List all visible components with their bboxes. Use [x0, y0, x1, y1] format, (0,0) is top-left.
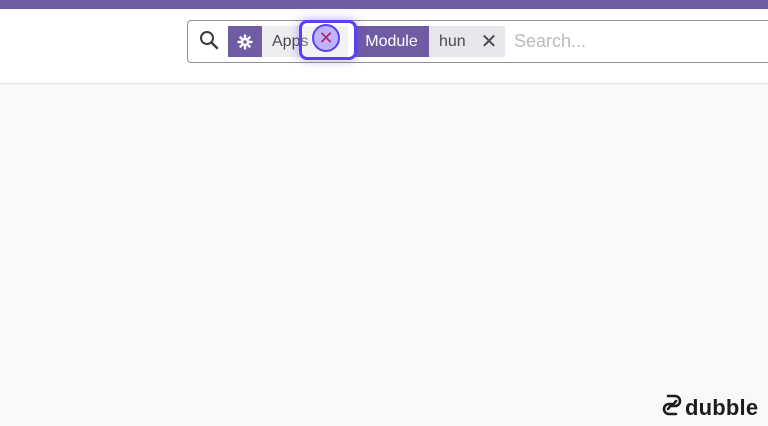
dubble-logo-icon	[662, 394, 682, 421]
facet-category: Module	[354, 26, 429, 57]
search-facet-module: Module hun ✕	[354, 26, 505, 57]
facet-value: hun	[429, 26, 473, 57]
close-icon[interactable]: ✕	[473, 26, 505, 57]
brand-name: dubble	[685, 394, 759, 420]
search-input[interactable]	[514, 28, 764, 54]
brand-watermark: dubble	[662, 394, 758, 421]
close-icon: ✕	[318, 27, 334, 48]
search-icon[interactable]	[199, 30, 219, 50]
facet-remove-button[interactable]: ✕	[312, 24, 340, 52]
gear-icon	[228, 26, 262, 57]
top-navbar	[0, 0, 768, 9]
